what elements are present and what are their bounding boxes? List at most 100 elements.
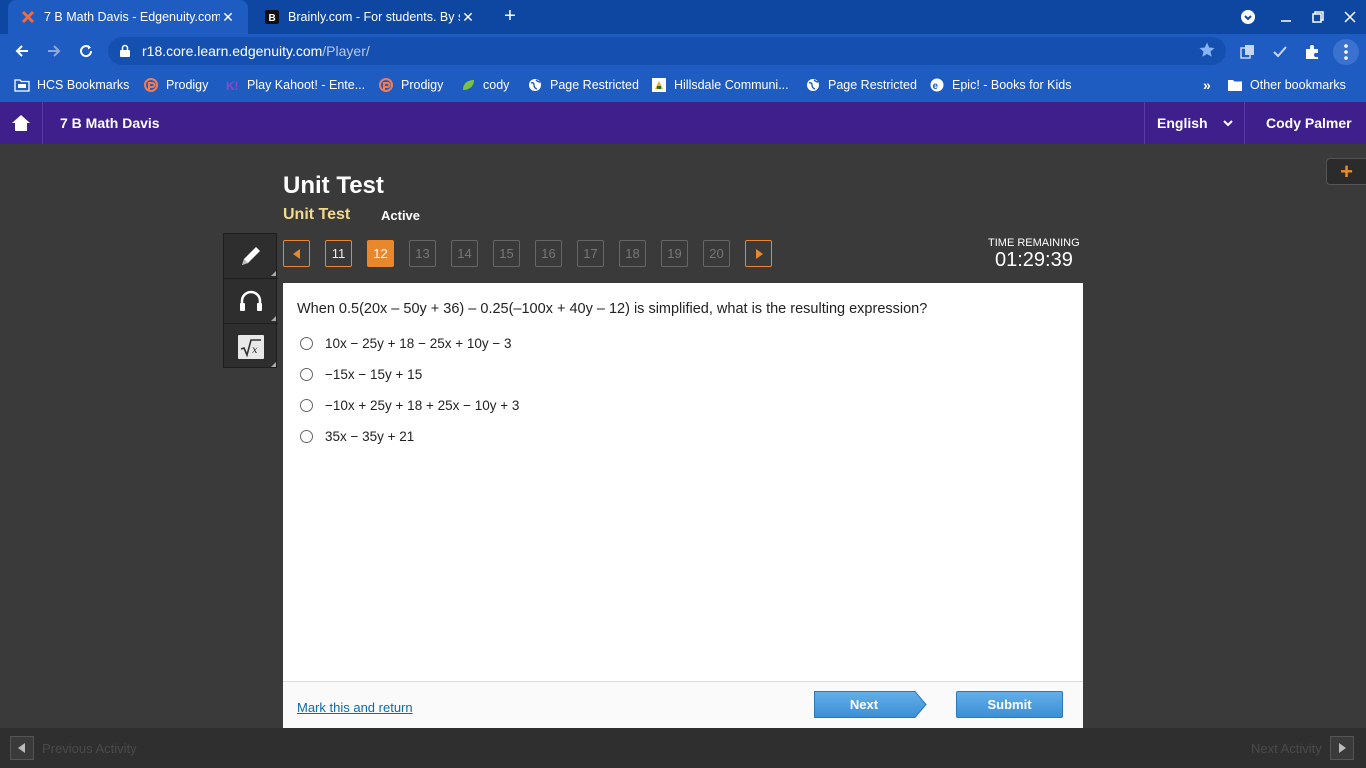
- expand-plus-button[interactable]: +: [1326, 158, 1366, 185]
- radio-button[interactable]: [300, 398, 313, 412]
- bookmark-item[interactable]: Prodigy: [143, 77, 208, 93]
- question-number-19[interactable]: 19: [661, 240, 688, 267]
- new-tab-button[interactable]: +: [498, 5, 522, 29]
- close-tab-icon[interactable]: ✕: [220, 9, 236, 25]
- globe-icon: [527, 77, 543, 93]
- minimize-icon[interactable]: [1270, 0, 1302, 34]
- lock-icon: [120, 44, 130, 57]
- question-number-18[interactable]: 18: [619, 240, 646, 267]
- language-selector[interactable]: English: [1144, 102, 1245, 144]
- pencil-icon: [242, 247, 260, 265]
- radio-button[interactable]: [300, 336, 313, 350]
- chevron-down-icon: [1223, 120, 1233, 127]
- answer-label: −10x + 25y + 18 + 25x − 10y + 3: [325, 397, 520, 413]
- bookmark-item[interactable]: Page Restricted: [805, 77, 917, 93]
- url-text: r18.core.learn.edgenuity.com/Player/: [142, 43, 370, 59]
- previous-question-button[interactable]: [283, 240, 310, 267]
- restore-icon[interactable]: [1302, 0, 1334, 34]
- question-footer: Mark this and return Next Submit: [283, 681, 1083, 728]
- answer-option-2[interactable]: −15x − 15y + 15: [300, 365, 422, 383]
- answer-option-3[interactable]: −10x + 25y + 18 + 25x − 10y + 3: [300, 396, 519, 414]
- submit-button[interactable]: Submit: [956, 691, 1063, 718]
- answer-option-4[interactable]: 35x − 35y + 21: [300, 427, 414, 445]
- question-text: When 0.5(20x – 50y + 36) – 0.25(–100x + …: [297, 301, 928, 317]
- menu-kebab-icon[interactable]: [1333, 39, 1359, 65]
- home-button[interactable]: [0, 102, 43, 144]
- next-question-button[interactable]: [745, 240, 772, 267]
- page-title: Unit Test: [283, 172, 384, 199]
- folder-icon: [1227, 77, 1243, 93]
- tab-brainly[interactable]: B Brainly.com - For students. By student…: [252, 0, 488, 34]
- close-window-icon[interactable]: [1334, 0, 1366, 34]
- left-triangle-icon: [292, 248, 300, 259]
- previous-activity-button[interactable]: [10, 736, 34, 760]
- back-button[interactable]: [9, 38, 35, 64]
- audio-tool-button[interactable]: [224, 279, 278, 324]
- activity-subtitle: Unit Test: [283, 206, 351, 223]
- home-icon: [12, 115, 30, 131]
- globe-icon: [805, 77, 821, 93]
- bookmark-item[interactable]: Page Restricted: [527, 77, 639, 93]
- next-activity-button[interactable]: [1330, 736, 1354, 760]
- bookmark-item[interactable]: e Epic! - Books for Kids: [929, 77, 1072, 93]
- answer-option-1[interactable]: 10x − 25y + 18 − 25x + 10y − 3: [300, 334, 512, 352]
- bookmark-item[interactable]: K! Play Kahoot! - Ente...: [224, 77, 365, 93]
- forward-arrow-icon: [48, 45, 61, 57]
- question-number-20[interactable]: 20: [703, 240, 730, 267]
- user-name[interactable]: Cody Palmer: [1266, 115, 1352, 131]
- mark-and-return-link[interactable]: Mark this and return: [297, 700, 413, 715]
- pencil-tool-button[interactable]: [224, 234, 278, 279]
- kahoot-icon: K!: [224, 77, 240, 93]
- question-number-15[interactable]: 15: [493, 240, 520, 267]
- right-triangle-icon: [1339, 743, 1346, 753]
- right-triangle-icon: [755, 248, 763, 259]
- next-button[interactable]: Next: [814, 691, 927, 718]
- checkmark-extension-icon[interactable]: [1269, 41, 1291, 63]
- question-panel: When 0.5(20x – 50y + 36) – 0.25(–100x + …: [283, 283, 1083, 728]
- question-number-11[interactable]: 11: [325, 240, 352, 267]
- forward-button[interactable]: [41, 38, 67, 64]
- folder-icon: [14, 77, 30, 93]
- time-remaining-value: 01:29:39: [995, 249, 1073, 271]
- next-activity-label: Next Activity: [1251, 741, 1322, 756]
- other-bookmarks-folder[interactable]: Other bookmarks: [1227, 77, 1346, 93]
- calculator-tool-button[interactable]: x: [224, 324, 278, 369]
- course-title: 7 B Math Davis: [60, 115, 160, 131]
- browser-tab-bar: 7 B Math Davis - Edgenuity.com ✕ B Brain…: [0, 0, 1366, 34]
- close-tab-icon[interactable]: ✕: [460, 9, 476, 25]
- question-number-17[interactable]: 17: [577, 240, 604, 267]
- tool-palette: x: [223, 233, 278, 369]
- svg-text:K!: K!: [226, 79, 239, 92]
- address-bar[interactable]: r18.core.learn.edgenuity.com/Player/: [108, 37, 1226, 65]
- answer-label: 10x − 25y + 18 − 25x + 10y − 3: [325, 335, 512, 351]
- edgenuity-favicon-icon: [20, 9, 36, 25]
- bookmark-item[interactable]: Hillsdale Communi...: [651, 77, 789, 93]
- extension-icon[interactable]: [1237, 41, 1259, 63]
- app-header: 7 B Math Davis English Cody Palmer: [0, 102, 1366, 144]
- bookmark-item[interactable]: Prodigy: [378, 77, 443, 93]
- bookmark-star-icon[interactable]: [1198, 41, 1216, 59]
- bookmark-item[interactable]: HCS Bookmarks: [14, 77, 129, 93]
- question-number-12[interactable]: 12: [367, 240, 394, 267]
- activity-nav-bar: Previous Activity Next Activity: [0, 728, 1366, 768]
- prodigy-icon: [143, 77, 159, 93]
- bookmark-item[interactable]: cody: [460, 77, 509, 93]
- question-number-16[interactable]: 16: [535, 240, 562, 267]
- square-root-icon: x: [238, 334, 264, 359]
- question-number-14[interactable]: 14: [451, 240, 478, 267]
- brainly-favicon-icon: B: [264, 9, 280, 25]
- tab-search-icon[interactable]: [1232, 0, 1264, 34]
- reload-button[interactable]: [73, 38, 99, 64]
- question-number-13[interactable]: 13: [409, 240, 436, 267]
- puzzle-extensions-icon[interactable]: [1301, 41, 1323, 63]
- radio-button[interactable]: [300, 429, 313, 443]
- status-label: Active: [381, 208, 421, 223]
- answer-label: 35x − 35y + 21: [325, 428, 415, 444]
- tab-edgenuity[interactable]: 7 B Math Davis - Edgenuity.com ✕: [8, 0, 248, 34]
- prodigy-icon: [378, 77, 394, 93]
- more-bookmarks-chevron-icon[interactable]: »: [1203, 77, 1211, 93]
- svg-text:x: x: [252, 345, 258, 356]
- tab-title: 7 B Math Davis - Edgenuity.com: [44, 10, 220, 24]
- language-label: English: [1157, 115, 1208, 131]
- radio-button[interactable]: [300, 367, 313, 381]
